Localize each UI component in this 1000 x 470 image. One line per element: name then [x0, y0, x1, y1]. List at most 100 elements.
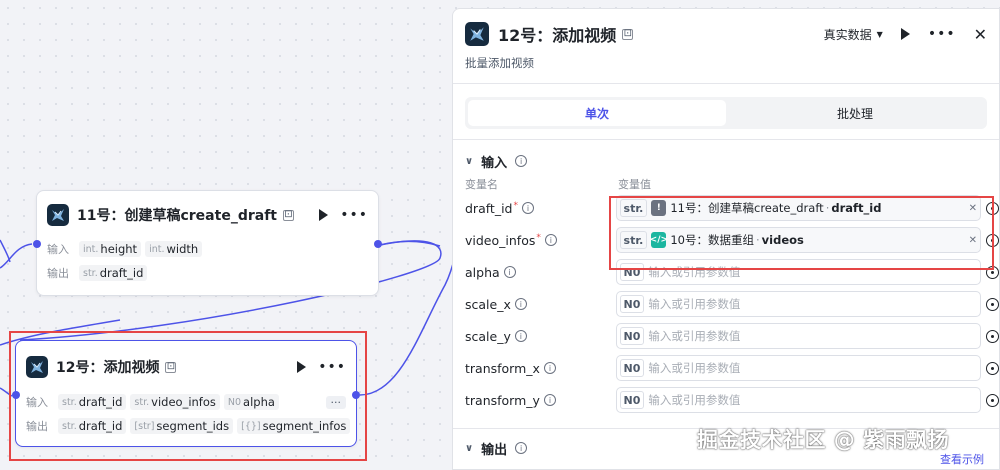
copy-icon[interactable]: ⊡: [622, 28, 634, 40]
reference-picker-icon[interactable]: [986, 233, 999, 247]
code-icon: </>: [650, 232, 668, 248]
info-icon[interactable]: i: [515, 442, 528, 454]
copy-icon[interactable]: ⊡: [282, 209, 294, 221]
input-port[interactable]: [33, 240, 41, 248]
data-mode-select[interactable]: 真实数据 ▼: [824, 26, 883, 43]
run-mode-tabs: 单次 批处理: [465, 97, 987, 129]
info-icon[interactable]: i: [543, 394, 556, 406]
info-icon[interactable]: i: [521, 202, 534, 214]
input-port[interactable]: [12, 391, 20, 399]
type-badge: N0: [619, 327, 645, 345]
clear-icon[interactable]: ✕: [969, 235, 977, 246]
field-name: video_infos: [465, 232, 536, 248]
info-icon[interactable]: i: [503, 266, 516, 278]
field-name: alpha: [465, 264, 500, 280]
required-mark: *: [513, 200, 518, 211]
warning-icon: !: [651, 200, 667, 216]
output-chip-draft-id: str. draft_id: [79, 265, 148, 281]
reference-text: 11号：创建草稿create_draft · draft_id: [670, 201, 882, 215]
divider: [453, 139, 999, 140]
input-chip-alpha: N0 alpha: [223, 394, 279, 410]
more-icon[interactable]: •••: [928, 27, 956, 41]
field-name: draft_id: [465, 200, 513, 216]
close-icon[interactable]: ✕: [974, 25, 987, 44]
plugin-logo-icon: [47, 204, 69, 226]
view-example-link[interactable]: 查看示例: [940, 451, 984, 467]
reference-picker-icon[interactable]: [986, 329, 999, 343]
field-row-alpha: alpha i N0 输入或引用参数值: [453, 256, 999, 288]
node-12-add-video[interactable]: 12号：添加视频 ⊡ ••• 输入 str. draft_id str. video…: [12, 340, 360, 447]
field-name: scale_x: [465, 296, 511, 312]
video-infos-value-field[interactable]: str. </> 10号：数据重组 · videos ✕: [615, 227, 981, 253]
reference-text: 10号：数据重组 · videos: [670, 233, 804, 247]
scale-x-value-input[interactable]: N0 输入或引用参数值: [615, 291, 981, 317]
output-port[interactable]: [374, 240, 382, 248]
info-icon[interactable]: i: [514, 298, 527, 310]
panel-title: 12号：添加视频: [498, 26, 617, 45]
tab-single[interactable]: 单次: [468, 100, 726, 126]
play-icon[interactable]: [297, 361, 307, 373]
plugin-logo-icon: [465, 22, 489, 46]
reference-picker-icon[interactable]: [986, 361, 999, 375]
clear-icon[interactable]: ✕: [969, 203, 977, 214]
chevron-down-icon[interactable]: ∨: [465, 443, 473, 454]
placeholder: 输入或引用参数值: [648, 265, 741, 279]
faded-overflow: [283, 397, 294, 407]
run-icon[interactable]: [900, 28, 910, 40]
copy-icon[interactable]: ⊡: [165, 361, 177, 373]
more-icon[interactable]: •••: [318, 360, 346, 374]
reference-picker-icon[interactable]: [986, 201, 999, 215]
tab-batch[interactable]: 批处理: [726, 100, 984, 126]
info-icon[interactable]: i: [544, 234, 557, 246]
field-row-transform-x: transform_x i N0 输入或引用参数值: [453, 352, 999, 384]
type-badge: N0: [619, 263, 645, 281]
info-icon[interactable]: i: [514, 330, 527, 342]
type-badge: N0: [619, 295, 645, 313]
placeholder: 输入或引用参数值: [648, 297, 741, 311]
input-chip-width: int. width: [145, 241, 203, 257]
play-icon[interactable]: [319, 209, 329, 221]
node-config-panel: 12号：添加视频 ⊡ 真实数据 ▼ ••• ✕ 批量添加视频 单次 批处理 ∨ 输…: [452, 8, 1000, 470]
type-badge: str.: [619, 199, 648, 217]
field-name: scale_y: [465, 328, 511, 344]
reference-picker-icon[interactable]: [986, 265, 999, 279]
output-section-header[interactable]: ∨ 输出 i: [453, 437, 999, 459]
output-port[interactable]: [352, 391, 360, 399]
output-chip-draft-id: str. draft_id: [58, 418, 127, 434]
alpha-value-input[interactable]: N0 输入或引用参数值: [615, 259, 981, 285]
placeholder: 输入或引用参数值: [648, 361, 741, 375]
placeholder: 输入或引用参数值: [648, 393, 741, 407]
input-section-header[interactable]: ∨ 输入 i: [453, 150, 999, 172]
placeholder: 输入或引用参数值: [648, 329, 741, 343]
info-icon[interactable]: i: [543, 362, 556, 374]
more-inputs-button[interactable]: ···: [325, 395, 346, 409]
transform-x-value-input[interactable]: N0 输入或引用参数值: [615, 355, 981, 381]
node-11-create-draft[interactable]: 11号：创建草稿create_draft ⊡ ••• 输入 int. height…: [33, 190, 382, 296]
draft-id-value-field[interactable]: str. ! 11号：创建草稿create_draft · draft_id ✕: [615, 195, 981, 221]
chevron-down-icon[interactable]: ∨: [465, 156, 473, 167]
output-chip-segment-infos: [{}] segment_infos: [237, 418, 351, 434]
input-chip-draft-id: str. draft_id: [58, 394, 127, 410]
required-mark: *: [536, 232, 541, 243]
field-row-scale-x: scale_x i N0 输入或引用参数值: [453, 288, 999, 320]
field-name: transform_y: [465, 392, 540, 408]
output-chip-segment-ids: [str] segment_ids: [130, 418, 234, 434]
input-label: 输入: [47, 243, 69, 256]
scale-y-value-input[interactable]: N0 输入或引用参数值: [615, 323, 981, 349]
field-name: transform_x: [465, 360, 540, 376]
divider: [453, 83, 999, 84]
output-label: 输出: [47, 267, 69, 280]
panel-subtitle: 批量添加视频: [465, 56, 534, 70]
more-icon[interactable]: •••: [340, 208, 368, 222]
reference-picker-icon[interactable]: [986, 393, 999, 407]
type-badge: N0: [619, 359, 645, 377]
field-row-video-infos: video_infos * i str. </> 10号：数据重组 · videos ✕: [453, 224, 999, 256]
transform-y-value-input[interactable]: N0 输入或引用参数值: [615, 387, 981, 413]
info-icon[interactable]: i: [515, 155, 528, 167]
type-badge: N0: [619, 391, 645, 409]
input-chip-video-infos: str. video_infos: [130, 394, 220, 410]
type-badge: str.: [619, 231, 648, 249]
reference-picker-icon[interactable]: [986, 297, 999, 311]
node-title: 11号：创建草稿create_draft: [77, 208, 277, 224]
output-label: 输出: [26, 420, 48, 433]
